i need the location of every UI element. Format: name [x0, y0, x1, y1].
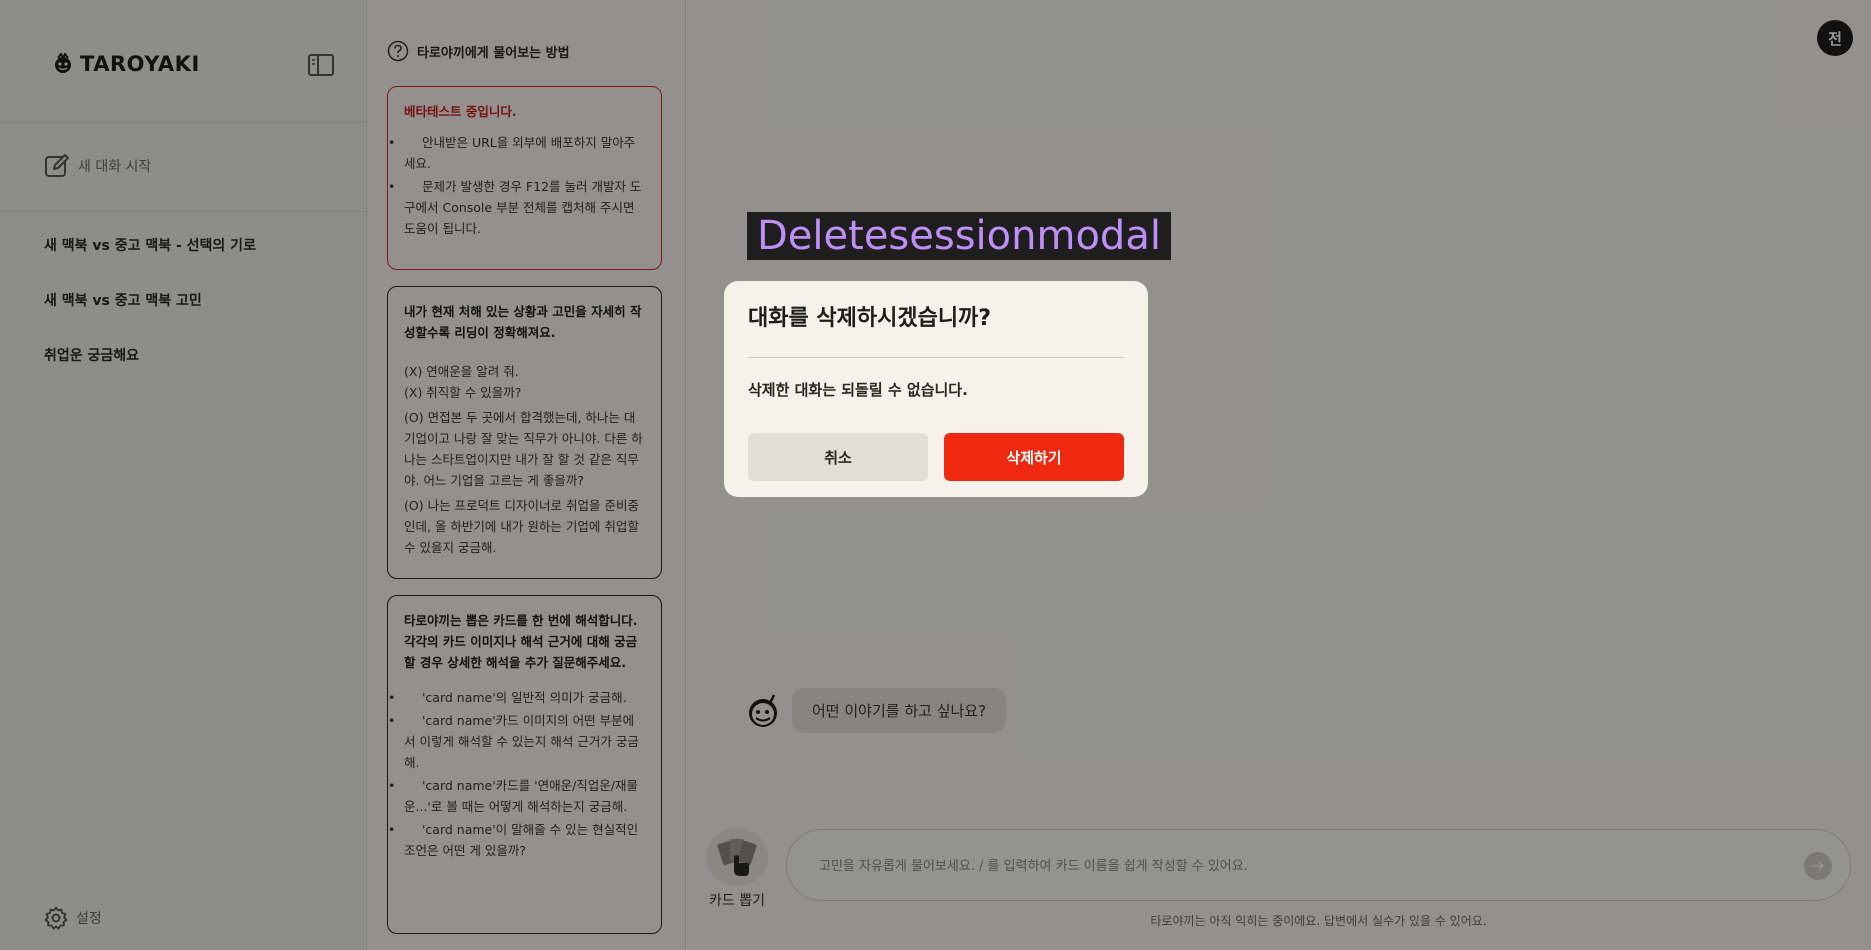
delete-session-modal: 대화를 삭제하시겠습니까? 삭제한 대화는 되돌릴 수 없습니다. 취소 삭제하… — [724, 281, 1148, 497]
modal-message: 삭제한 대화는 되돌릴 수 없습니다. — [748, 381, 968, 399]
component-debug-label: Deletesessionmodal — [747, 212, 1171, 260]
modal-title: 대화를 삭제하시겠습니까? — [748, 306, 992, 331]
cancel-button[interactable]: 취소 — [748, 433, 928, 481]
modal-actions: 취소 삭제하기 — [748, 433, 1124, 481]
modal-divider — [748, 357, 1124, 358]
delete-button[interactable]: 삭제하기 — [944, 433, 1124, 481]
